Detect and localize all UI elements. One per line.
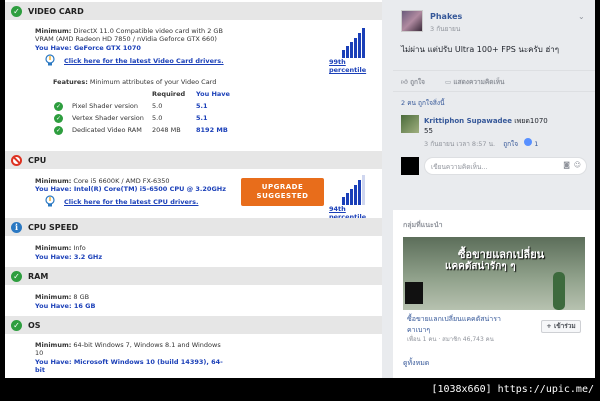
check-icon: ✓ [54,101,63,111]
video-you-have: You Have: GeForce GTX 1070 [35,44,141,52]
requirements-panel: ✓ VIDEO CARD Minimum: DirectX 11.0 Compa… [5,0,382,378]
comment-icon: ▭ [445,78,452,86]
comment-button[interactable]: ▭ แสดงความคิดเห็น [445,77,504,87]
col-have-header: You Have [196,90,230,98]
chevron-down-icon[interactable]: ⌄ [578,12,585,21]
video-card-header: ✓ VIDEO CARD [5,2,382,20]
os-you-have: You Have: Microsoft Windows 10 (build 14… [35,358,223,366]
camera-icon[interactable]: ◙ [563,161,570,169]
cpu-you-have: You Have: Intel(R) Core(TM) i5-6500 CPU … [35,185,227,193]
screenshot-frame: ✓ VIDEO CARD Minimum: DirectX 11.0 Compa… [5,0,595,378]
poster-name[interactable]: Phakes [430,12,462,21]
speed-minimum: Minimum: Info [35,244,86,252]
like-badge-icon [524,138,533,146]
table-row: ✓ Pixel Shader version 5.0 5.1 [54,101,208,111]
cactus-image [553,272,565,310]
comment-like-link[interactable]: ถูกใจ [503,140,518,148]
comment-text: 55 [424,127,433,135]
lightbulb-icon [45,54,55,67]
user-avatar[interactable] [401,157,419,175]
os-header: ✓ OS [5,316,382,334]
video-percentile-bars [342,28,365,58]
cpu-drivers-link[interactable]: Click here for the latest CPU drivers. [64,198,198,206]
suggested-groups-card: กลุ่มที่แนะนำ ซื้อขายแลกเปลี่ยน แคคตัสน่… [393,210,595,378]
cpu-speed-title: CPU SPEED [28,222,79,232]
post-date[interactable]: 3 กันยายน [430,24,460,34]
check-icon: ✓ [11,270,22,282]
post-text: ไม่ผ่าน แต่ปรับ Ultra 100+ FPS นะครับ ฮ่… [401,45,560,54]
group-name[interactable]: ซื้อขายแลกเปลี่ยนแคคตัสน่ารา คาเบาๆ [407,314,501,336]
divider [393,70,595,71]
features-table: Required You Have ✓ Pixel Shader version… [51,88,237,136]
ram-header: ✓ RAM [5,267,382,285]
upgrade-suggested-button[interactable]: UPGRADE SUGGESTED [241,178,324,206]
cpu-speed-header: i CPU SPEED [5,218,382,236]
video-percentile-link[interactable]: 99th percentile [329,58,382,74]
comment-input[interactable]: เขียนความคิดเห็น... ◙ ☺ [424,157,587,175]
cpu-title: CPU [28,155,47,165]
group-cover-image[interactable]: ซื้อขายแลกเปลี่ยน แคคตัสน่ารักๆ ๆ [403,237,585,310]
ram-title: RAM [28,271,49,281]
features-line: Features: Minimum attributes of your Vid… [53,78,217,86]
commenter-avatar[interactable] [401,115,419,133]
video-card-title: VIDEO CARD [28,6,84,16]
prohibited-icon [11,154,22,166]
avatar[interactable] [401,10,423,32]
cpu-header: CPU [5,151,382,169]
video-minimum-cont: VRAM (AMD Radeon HD 7850 / nVidia Geforc… [35,35,217,43]
like-button[interactable]: 👍︎ ถูกใจ [401,77,425,87]
cpu-percentile-bars [342,175,365,205]
ram-you-have: You Have: 16 GB [35,302,96,310]
table-row: ✓ Vertex Shader version 5.0 5.1 [54,113,208,123]
suggested-title: กลุ่มที่แนะนำ [403,221,443,229]
lightbulb-icon [45,195,55,208]
speed-you-have: You Have: 3.2 GHz [35,253,103,261]
os-you-have-cont: bit [35,366,45,374]
os-minimum-cont: 10 [35,349,44,357]
check-icon: ✓ [54,113,63,123]
comment-meta: 3 กันยายน เวลา 8:57 น. ถูกใจ 1 [424,138,539,148]
join-group-button[interactable]: + เข้าร่วม [541,320,581,333]
emoji-icon[interactable]: ☺ [574,161,581,169]
col-required-header: Required [152,90,186,98]
check-icon: ✓ [11,319,22,331]
commenter-name[interactable]: Krittiphon Supawadee [424,117,512,125]
table-row: ✓ Dedicated Video RAM 2048 MB 8192 MB [54,125,228,135]
check-icon: ✓ [11,5,22,17]
group-thumbnail [405,282,423,304]
divider [393,91,595,92]
thumbs-up-icon: 👍︎ [401,78,408,86]
ram-minimum: Minimum: 8 GB [35,293,90,301]
see-all-link[interactable]: ดูทั้งหมด [403,358,429,369]
watermark-text: [1038x660] https://upic.me/ [431,384,594,395]
facebook-post-panel: Phakes 3 กันยายน ⌄ ไม่ผ่าน แต่ปรับ Ultra… [393,0,595,378]
video-drivers-link[interactable]: Click here for the latest Video Card dri… [64,57,224,65]
cpu-minimum: Minimum: Core i5 6600K / AMD FX-6350 [35,177,170,185]
video-minimum: Minimum: DirectX 11.0 Compatible video c… [35,27,223,35]
check-icon: ✓ [54,125,63,135]
likes-count[interactable]: 2 คน ถูกใจสิ่งนี้ [401,98,445,108]
os-title: OS [28,320,41,330]
comment-body: Krittiphon Supawadee เพยด1070 [424,117,548,125]
os-minimum: Minimum: 64-bit Windows 7, Windows 8.1 a… [35,341,221,349]
group-meta: เพื่อน 1 คน · สมาชิก 46,743 คน [407,336,494,343]
info-icon: i [11,221,22,233]
